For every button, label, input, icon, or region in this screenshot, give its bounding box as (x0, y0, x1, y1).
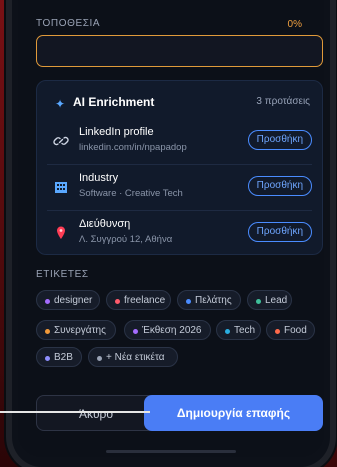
tags-label: ΕΤΙΚΕΤΕΣ (36, 269, 89, 280)
add-linkedin-button[interactable]: Προσθήκη (247, 130, 312, 150)
tag-color-dot (225, 329, 230, 334)
link-icon (53, 133, 69, 149)
suggestion-row-industry: Industry Software · Creative Tech Προσθή… (37, 165, 322, 211)
tag-color-dot (45, 356, 50, 361)
cable (0, 411, 150, 413)
tag-color-dot (256, 299, 261, 304)
suggestion-subtitle: Λ. Συγγρού 12, Αθήνα (79, 234, 173, 245)
home-indicator (106, 450, 236, 453)
tag-label: Food (284, 325, 307, 336)
tag-chip-freelance[interactable]: freelance (106, 290, 171, 310)
ai-suggestion-count: 3 προτάσεις (256, 96, 310, 107)
location-input[interactable] (36, 35, 323, 67)
suggestion-title: Διεύθυνση (79, 218, 131, 230)
tag-label: + Νέα ετικέτα (106, 352, 165, 363)
create-contact-button[interactable]: Δημιουργία επαφής (144, 395, 323, 431)
tag-chip-expo-2026[interactable]: Έκθεση 2026 (124, 320, 211, 340)
tag-label: Συνεργάτης (54, 325, 106, 336)
tag-chip-partner[interactable]: Συνεργάτης (36, 320, 116, 340)
suggestion-row-address: Διεύθυνση Λ. Συγγρού 12, Αθήνα Προσθήκη (37, 211, 322, 257)
screen: ΤΟΠΟΘΕΣΙΑ 0% ✦ AI Enrichment 3 προτάσεις… (18, 0, 324, 457)
suggestion-subtitle: Software · Creative Tech (79, 188, 183, 199)
new-tag-button[interactable]: + Νέα ετικέτα (88, 347, 178, 367)
ai-enrichment-card: ✦ AI Enrichment 3 προτάσεις LinkedIn pro… (36, 80, 323, 255)
tag-chip-client[interactable]: Πελάτης (177, 290, 241, 310)
tag-chip-b2b[interactable]: B2B (36, 347, 82, 367)
tag-label: B2B (54, 352, 73, 363)
location-progress: 0% (287, 19, 302, 30)
tag-color-dot (45, 329, 50, 334)
tag-chip-designer[interactable]: designer (36, 290, 100, 310)
cancel-button[interactable]: Άκυρο (36, 395, 156, 431)
tag-color-dot (115, 299, 120, 304)
tag-chip-lead[interactable]: Lead (247, 290, 292, 310)
tag-color-dot (186, 299, 191, 304)
suggestion-subtitle: linkedin.com/in/npapadop (79, 142, 187, 153)
tag-label: freelance (124, 295, 166, 306)
tag-color-dot (45, 299, 50, 304)
tag-label: designer (54, 295, 93, 306)
tag-color-dot (133, 329, 138, 334)
sparkles-icon: ✦ (55, 97, 66, 111)
suggestion-row-linkedin: LinkedIn profile linkedin.com/in/npapado… (37, 119, 322, 165)
tag-label: Tech (234, 325, 256, 336)
add-industry-button[interactable]: Προσθήκη (247, 176, 312, 196)
ai-enrichment-title: AI Enrichment (73, 95, 155, 109)
tag-label: Έκθεση 2026 (142, 325, 202, 336)
building-icon (53, 179, 69, 195)
tag-color-dot (275, 329, 280, 334)
tag-color-dot (97, 356, 102, 361)
suggestion-title: Industry (79, 172, 119, 184)
location-label: ΤΟΠΟΘΕΣΙΑ (36, 18, 101, 29)
tag-label: Lead (265, 295, 288, 306)
add-address-button[interactable]: Προσθήκη (247, 222, 312, 242)
tag-label: Πελάτης (195, 295, 232, 306)
phone-frame: ΤΟΠΟΘΕΣΙΑ 0% ✦ AI Enrichment 3 προτάσεις… (12, 0, 330, 467)
tag-chip-tech[interactable]: Tech (216, 320, 261, 340)
map-pin-icon (53, 225, 69, 241)
tag-chip-food[interactable]: Food (266, 320, 315, 340)
suggestion-title: LinkedIn profile (79, 126, 154, 138)
